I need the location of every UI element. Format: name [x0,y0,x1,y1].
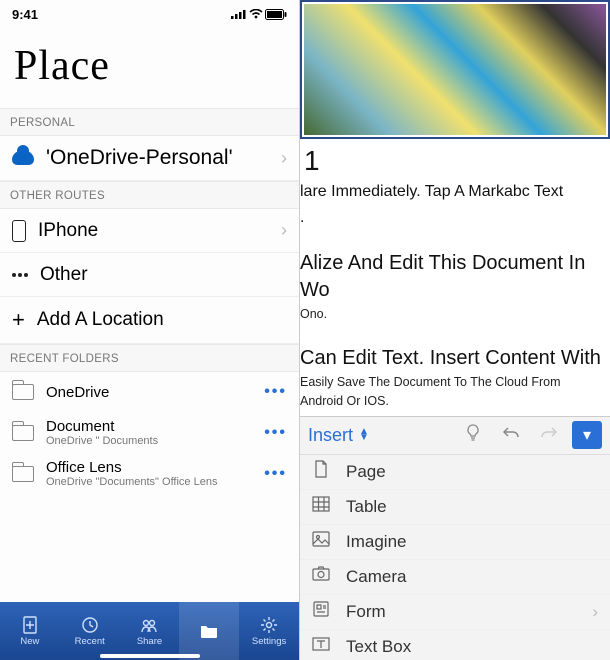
document-body[interactable]: 1 lare Immediately. Tap A Markabc Text .… [300,139,610,660]
lightbulb-button[interactable] [458,424,488,447]
doc-heading: Can Edit Text. Insert Content With [300,341,610,372]
chevron-down-icon: ▾ [583,427,591,444]
image-icon [312,530,330,553]
panel-header: Insert ▲▼ ▾ [300,417,610,455]
recent-sub: OneDrive " Documents [46,435,252,447]
share-icon [139,615,159,635]
tab-new[interactable]: New [0,602,60,660]
recent-more-button[interactable]: ••• [264,383,287,401]
recent-sub: OneDrive "Documents" Office Lens [46,476,252,488]
doc-text: Ono. [300,304,610,323]
gear-icon [259,615,279,635]
recent-name: Document [46,418,252,435]
battery-icon [265,9,287,20]
recent-more-button[interactable]: ••• [264,465,287,483]
section-header-recent: RECENT FOLDERS [0,344,299,372]
camera-icon [312,565,330,588]
onedrive-icon [12,151,34,165]
chevron-right-icon: › [281,148,287,169]
menu-item-label: Page [346,462,386,482]
insert-textbox[interactable]: Text Box [300,630,610,660]
doc-heading: Alize And Edit This Document In Wo [300,246,610,304]
recent-more-button[interactable]: ••• [264,424,287,442]
folder-icon [12,425,34,441]
insert-camera[interactable]: Camera [300,560,610,595]
undo-icon [502,426,520,440]
place-label: Other [40,264,287,286]
redo-icon [540,426,558,440]
insert-image[interactable]: Imagine [300,525,610,560]
tab-settings[interactable]: Settings [239,602,299,660]
menu-item-label: Table [346,497,387,517]
phone-icon [12,220,26,242]
collapse-panel-button[interactable]: ▾ [572,421,602,449]
panel-tab-selector[interactable]: Insert ▲▼ [308,425,369,446]
chevron-right-icon: › [592,602,598,622]
signal-icon [231,9,247,19]
redo-button[interactable] [534,426,564,445]
new-icon [20,615,40,635]
table-icon [312,495,330,518]
doc-text: Android Or IOS. [300,391,610,410]
home-indicator [100,654,200,658]
add-location[interactable]: + Add A Location [0,297,299,344]
tab-recent[interactable]: Recent [60,602,120,660]
section-header-other: OTHER ROUTES [0,181,299,209]
recent-name: Office Lens [46,459,252,476]
tab-bar: New Recent Share Settings [0,602,299,660]
menu-item-label: Camera [346,567,406,587]
folder-icon [12,384,34,400]
insert-table[interactable]: Table [300,490,610,525]
tab-label: Share [137,636,162,647]
tab-label: New [20,636,39,647]
recent-folder[interactable]: Office LensOneDrive "Documents" Office L… [0,453,299,494]
place-label: IPhone [38,220,269,242]
tab-label: Settings [252,636,286,647]
section-header-personal: PERSONAL [0,108,299,136]
lightbulb-icon [465,424,481,442]
status-indicators [231,9,287,20]
menu-item-label: Form [346,602,386,622]
place-label: 'OneDrive-Personal' [46,146,269,170]
menu-item-label: Imagine [346,532,406,552]
tab-open[interactable] [179,602,239,660]
add-location-label: Add A Location [37,309,287,331]
recent-folder[interactable]: OneDrive ••• [0,372,299,412]
updown-icon: ▲▼ [359,429,369,441]
place-onedrive-personal[interactable]: 'OneDrive-Personal' › [0,136,299,181]
insert-page[interactable]: Page [300,455,610,490]
doc-text: . [300,203,610,229]
recent-folder[interactable]: DocumentOneDrive " Documents ••• [0,412,299,453]
tab-label: Recent [75,636,105,647]
place-other[interactable]: Other [0,253,299,297]
menu-item-label: Text Box [346,637,411,657]
doc-text: lare Immediately. Tap A Markabc Text [300,177,610,203]
insert-form[interactable]: Form › [300,595,610,630]
open-folder-icon [199,621,219,641]
form-icon [312,600,330,623]
insert-panel: Insert ▲▼ ▾ Page Table Imagine Camera Form › T… [300,416,610,660]
tab-share[interactable]: Share [120,602,180,660]
page-title: Place [0,28,299,108]
doc-heading-number: 1 [300,145,610,177]
doc-text: Easily Save The Document To The Cloud Fr… [300,372,610,391]
chevron-right-icon: › [281,220,287,241]
more-icon [12,273,28,277]
page-icon [312,460,330,483]
status-bar: 9:41 [0,0,299,28]
folder-icon [12,466,34,482]
status-time: 9:41 [12,7,38,22]
recent-icon [80,615,100,635]
document-pane: 1 lare Immediately. Tap A Markabc Text .… [300,0,610,660]
plus-icon: + [12,307,25,333]
place-iphone[interactable]: IPhone › [0,209,299,253]
undo-button[interactable] [496,426,526,445]
textbox-icon [312,635,330,658]
wifi-icon [249,9,263,19]
panel-tab-label: Insert [308,425,353,446]
recent-name: OneDrive [46,384,252,401]
places-pane: 9:41 Place PERSONAL 'OneDrive-Personal' … [0,0,300,660]
document-hero-image [302,2,608,137]
